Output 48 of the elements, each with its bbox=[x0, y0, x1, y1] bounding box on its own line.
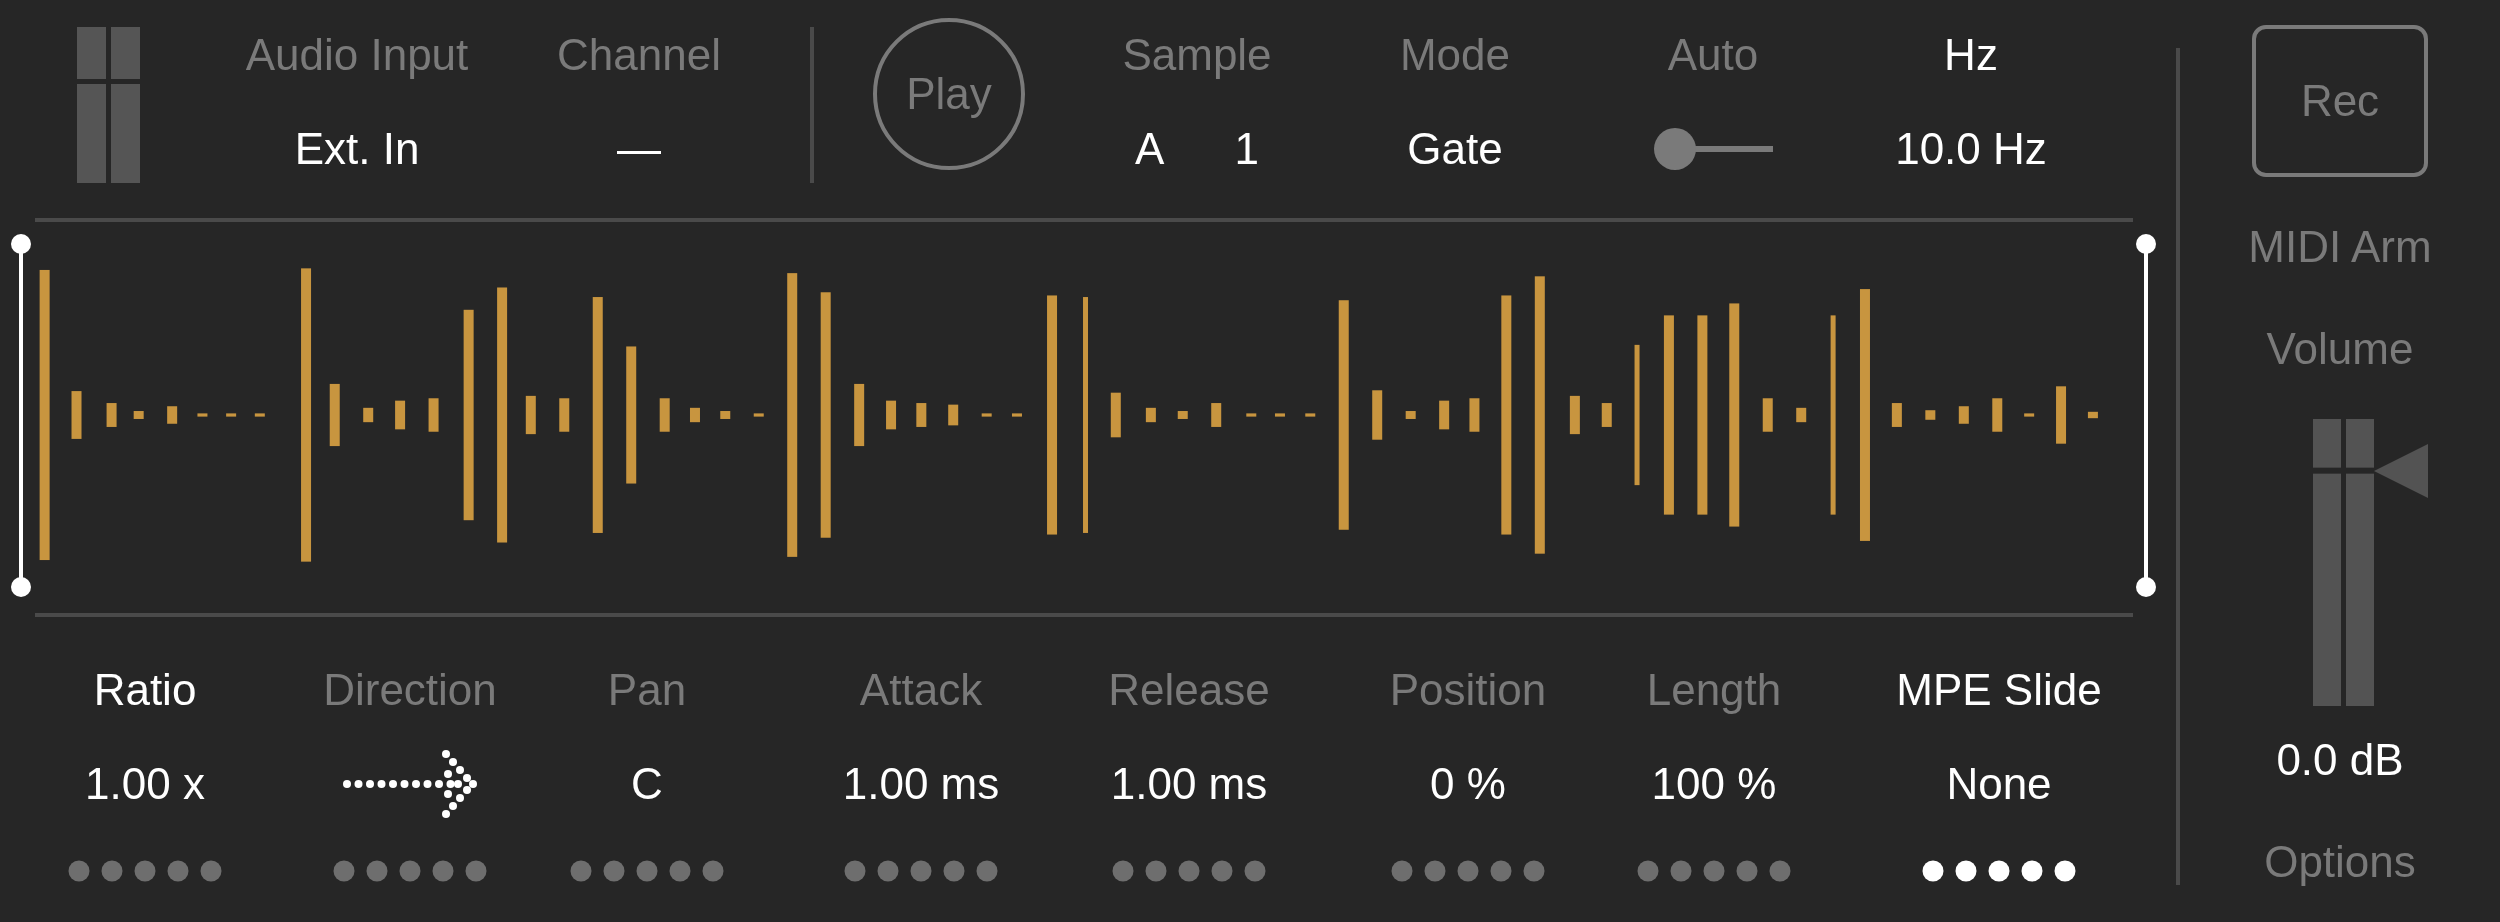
sample-value[interactable]: 1 bbox=[1234, 104, 1259, 194]
parameter-label: Attack bbox=[859, 664, 983, 716]
control-value[interactable]: — bbox=[617, 104, 661, 194]
parameter-value[interactable]: 1.00 x bbox=[85, 739, 205, 829]
dotted-arrow-icon[interactable] bbox=[342, 748, 478, 820]
parameter-label: Pan bbox=[607, 664, 687, 716]
parameter-label: Release bbox=[1108, 664, 1270, 716]
control-label: Auto bbox=[1667, 29, 1759, 81]
options-button[interactable]: Options bbox=[2264, 827, 2416, 897]
parameter-label: Direction bbox=[323, 664, 497, 716]
parameter-label: Ratio bbox=[93, 664, 197, 716]
control-label: Audio Input bbox=[245, 29, 469, 81]
sample-value[interactable]: A bbox=[1135, 104, 1165, 194]
parameter-value[interactable]: 1.00 ms bbox=[1110, 739, 1268, 829]
dot-row-icon[interactable] bbox=[1922, 860, 2076, 882]
control-value[interactable]: 10.0 Hz bbox=[1895, 104, 2047, 194]
control-label: Mode bbox=[1399, 29, 1511, 81]
parameter-value[interactable]: 100 % bbox=[1651, 739, 1777, 829]
range-handle[interactable] bbox=[11, 234, 31, 597]
parameter-label: Length bbox=[1646, 664, 1782, 716]
volume-value[interactable]: 0.0 dB bbox=[2276, 725, 2404, 795]
parameter-value[interactable]: C bbox=[631, 739, 663, 829]
parameter-value[interactable]: 0 % bbox=[1430, 739, 1506, 829]
parameter-label: MPE Slide bbox=[1896, 664, 2102, 716]
range-handle[interactable] bbox=[2136, 234, 2156, 597]
parameter-label: Position bbox=[1389, 664, 1547, 716]
dot-row-icon[interactable] bbox=[1637, 860, 1791, 882]
dot-row-icon[interactable] bbox=[68, 860, 222, 882]
control-label: Sample bbox=[1122, 29, 1272, 81]
midi-arm-label[interactable]: MIDI Arm bbox=[2248, 212, 2432, 282]
parameter-value[interactable]: None bbox=[1946, 739, 2052, 829]
control-label: Hz bbox=[1944, 29, 1998, 81]
toggle-switch[interactable] bbox=[1653, 127, 1773, 171]
control-value[interactable]: Ext. In bbox=[294, 104, 420, 194]
play-button[interactable]: Play bbox=[873, 18, 1025, 170]
dot-row-icon[interactable] bbox=[1391, 860, 1545, 882]
record-button[interactable]: Rec bbox=[2252, 25, 2428, 177]
device-icon bbox=[77, 27, 140, 183]
control-label: Channel bbox=[557, 29, 721, 81]
dot-row-icon[interactable] bbox=[844, 860, 998, 882]
volume-label: Volume bbox=[2266, 323, 2414, 375]
meter-headroom bbox=[2313, 419, 2374, 468]
dot-row-icon[interactable] bbox=[333, 860, 487, 882]
dot-row-icon[interactable] bbox=[570, 860, 724, 882]
control-value[interactable]: Gate bbox=[1407, 104, 1503, 194]
volume-fader-thumb[interactable] bbox=[2374, 443, 2428, 498]
parameter-value[interactable]: 1.00 ms bbox=[842, 739, 1000, 829]
dot-row-icon[interactable] bbox=[1112, 860, 1266, 882]
